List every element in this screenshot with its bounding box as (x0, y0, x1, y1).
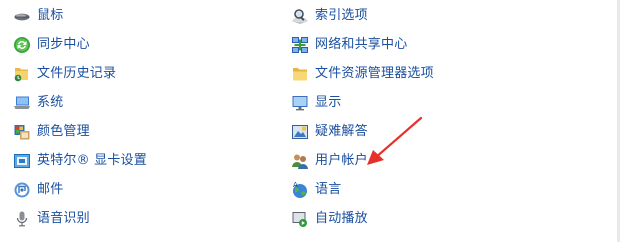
item-label: 文件历史记录 (37, 66, 117, 81)
item-label: 网络和共享中心 (315, 37, 408, 52)
item-color-management[interactable]: 颜色管理 (13, 120, 90, 144)
item-mail[interactable]: 邮件 (13, 178, 63, 202)
intel-graphics-icon (13, 152, 31, 170)
troubleshooting-icon (291, 123, 309, 141)
item-label: 文件资源管理器选项 (315, 66, 434, 81)
mail-icon (13, 181, 31, 199)
svg-text:A: A (293, 181, 298, 189)
item-label: 鼠标 (37, 8, 64, 23)
item-label: 颜色管理 (37, 124, 90, 139)
item-label: 邮件 (37, 182, 64, 197)
control-panel-items: 鼠标 同步中心 文件历史记录 系统 颜色管理 英特尔® 显卡设置 邮件 语音识别… (0, 0, 620, 242)
file-history-icon (13, 65, 31, 83)
item-indexing-options[interactable]: 索引选项 (291, 4, 368, 28)
item-folder-options[interactable]: 文件资源管理器选项 (291, 62, 434, 86)
item-label: 自动播放 (315, 211, 368, 226)
microphone-icon (13, 210, 31, 228)
item-intel-graphics[interactable]: 英特尔® 显卡设置 (13, 149, 147, 173)
user-accounts-icon (291, 152, 309, 170)
autoplay-icon (291, 210, 309, 228)
item-system[interactable]: 系统 (13, 91, 63, 115)
item-label: 显示 (315, 95, 342, 110)
network-sharing-icon (291, 36, 309, 54)
item-sync-center[interactable]: 同步中心 (13, 33, 90, 57)
color-management-icon (13, 123, 31, 141)
system-icon (13, 94, 31, 112)
display-icon (291, 94, 309, 112)
indexing-options-icon (291, 7, 309, 25)
item-language[interactable]: A 语言 (291, 178, 341, 202)
item-label: 系统 (37, 95, 64, 110)
mouse-icon (13, 7, 31, 25)
folder-options-icon (291, 65, 309, 83)
item-network-sharing[interactable]: 网络和共享中心 (291, 33, 407, 57)
item-label: 语言 (315, 182, 342, 197)
item-autoplay[interactable]: 自动播放 (291, 207, 368, 231)
item-display[interactable]: 显示 (291, 91, 341, 115)
item-mouse[interactable]: 鼠标 (13, 4, 63, 28)
item-label: 索引选项 (315, 8, 368, 23)
sync-center-icon (13, 36, 31, 54)
item-label: 英特尔® 显卡设置 (37, 153, 147, 168)
item-speech-recognition[interactable]: 语音识别 (13, 207, 90, 231)
item-label: 同步中心 (37, 37, 90, 52)
item-file-history[interactable]: 文件历史记录 (13, 62, 116, 86)
language-icon: A (291, 181, 309, 199)
red-arrow-icon (367, 116, 423, 165)
item-label: 语音识别 (37, 211, 90, 226)
